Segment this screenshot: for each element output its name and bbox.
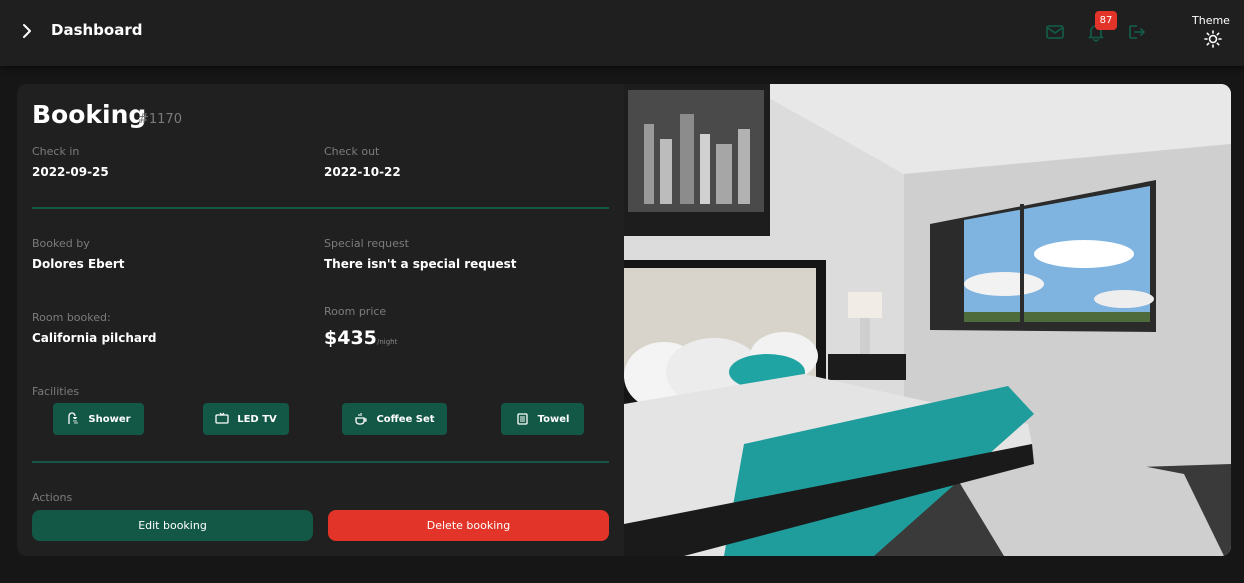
divider: [32, 461, 609, 463]
booking-card: Booking #1170 Check in 2022-09-25 Check …: [17, 84, 1231, 556]
room-price-label: Room price: [324, 305, 387, 318]
booking-id: #1170: [138, 112, 182, 127]
divider: [32, 207, 609, 209]
room-booked-label: Room booked:: [32, 311, 111, 324]
facility-label: LED TV: [237, 413, 277, 425]
facility-label: Towel: [537, 413, 570, 425]
booked-by-value: Dolores Ebert: [32, 257, 125, 271]
sun-icon[interactable]: [1204, 30, 1222, 48]
coffee-icon: [355, 413, 368, 425]
facility-led-tv: LED TV: [203, 403, 289, 435]
delete-booking-button[interactable]: Delete booking: [328, 510, 609, 541]
facility-label: Coffee Set: [376, 413, 435, 425]
special-request-value: There isn't a special request: [324, 257, 517, 271]
facilities-label: Facilities: [32, 385, 80, 398]
check-out-label: Check out: [324, 145, 380, 158]
logout-icon[interactable]: [1126, 22, 1146, 42]
price-unit: /night: [377, 338, 398, 346]
edit-booking-button[interactable]: Edit booking: [32, 510, 313, 541]
room-booked-value: California pilchard: [32, 331, 157, 345]
room-price-value: $435: [324, 327, 377, 349]
page-title: Dashboard: [51, 21, 143, 39]
booked-by-label: Booked by: [32, 237, 90, 250]
towel-icon: [516, 413, 528, 425]
special-request-label: Special request: [324, 237, 409, 250]
check-in-value: 2022-09-25: [32, 165, 109, 179]
room-photo: [624, 84, 1231, 556]
check-out-value: 2022-10-22: [324, 165, 401, 179]
tv-icon: [215, 412, 229, 424]
actions-label: Actions: [32, 491, 73, 504]
top-bar: Dashboard 87 Theme: [0, 0, 1244, 66]
facility-shower: Shower: [53, 403, 144, 435]
booking-heading: Booking: [32, 100, 147, 129]
chevron-right-icon[interactable]: [18, 22, 36, 40]
facility-towel: Towel: [501, 403, 584, 435]
facility-coffee-set: Coffee Set: [342, 403, 447, 435]
notification-badge: 87: [1095, 11, 1117, 30]
shower-icon: [68, 412, 79, 424]
mail-icon[interactable]: [1045, 22, 1065, 42]
theme-label: Theme: [1192, 14, 1230, 27]
facility-label: Shower: [88, 413, 131, 425]
check-in-label: Check in: [32, 145, 80, 158]
